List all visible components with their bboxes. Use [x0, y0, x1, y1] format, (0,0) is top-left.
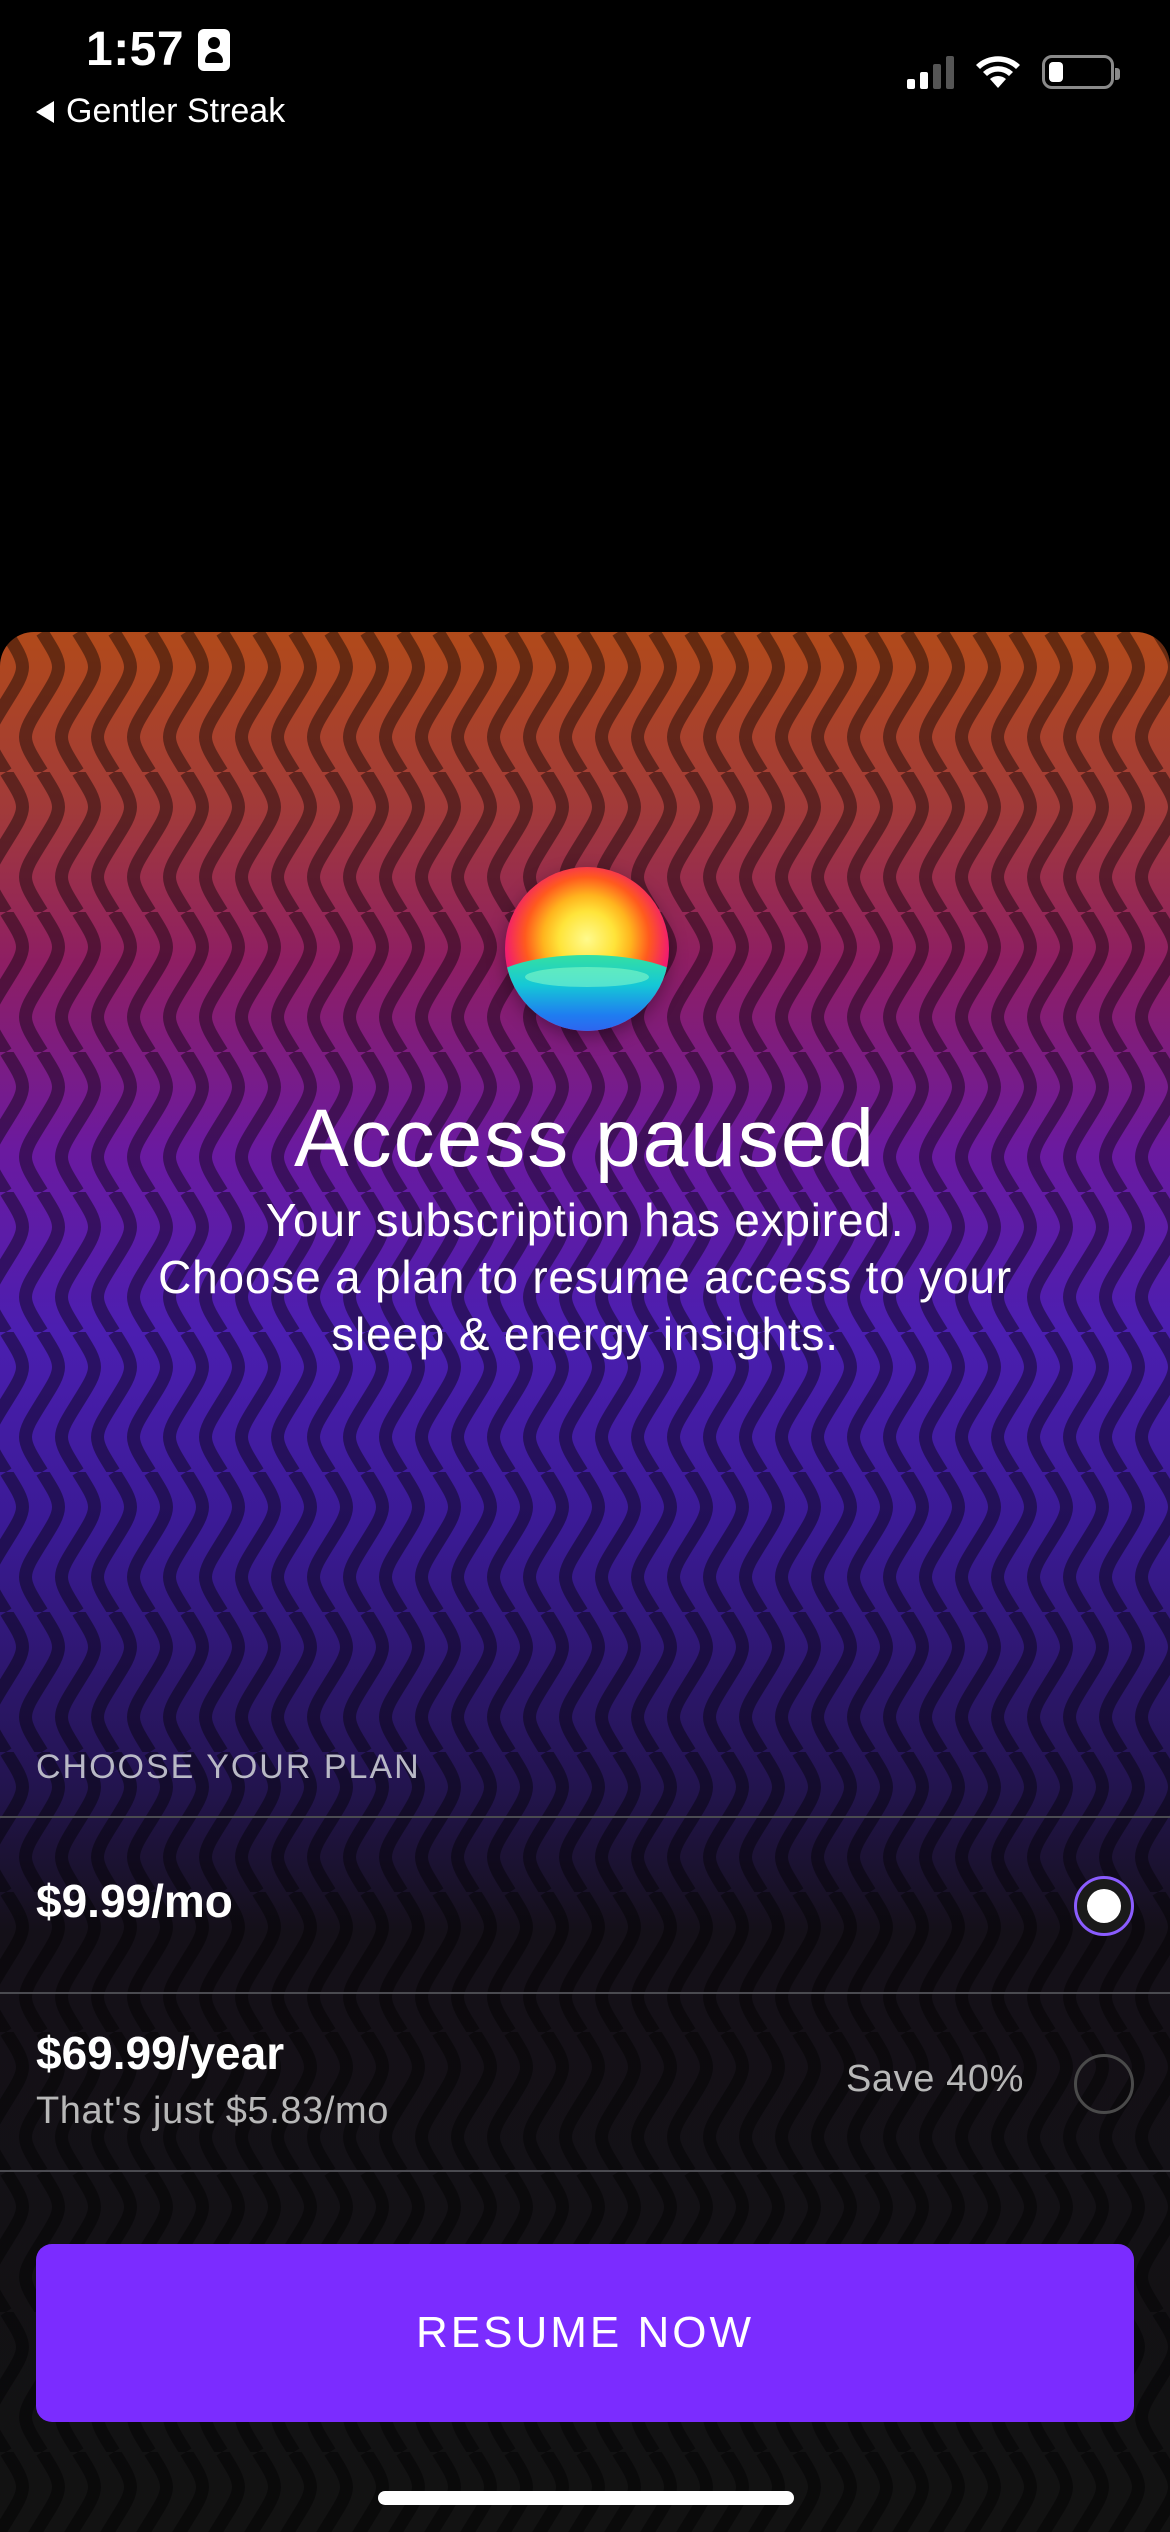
subtitle-line: sleep & energy insights. [331, 1308, 839, 1360]
clock: 1:57 [86, 23, 185, 76]
screen: 1:57 Gentler Streak Access paused Your s… [0, 0, 1170, 2532]
plan-monthly-equivalent: That's just $5.83/mo [36, 2090, 389, 2132]
back-to-app-link[interactable]: Gentler Streak [36, 92, 285, 131]
plan-radio[interactable] [1074, 2054, 1134, 2114]
status-time: 1:57 [86, 22, 231, 77]
battery-icon [1042, 55, 1120, 89]
subtitle-line: Your subscription has expired. [265, 1194, 905, 1246]
back-arrow-icon [36, 100, 54, 123]
savings-label: Save 40% [845, 2058, 1024, 2100]
divider [0, 2170, 1170, 2172]
plan-price: $9.99/mo [36, 1875, 233, 1927]
page-title: Access paused [293, 1093, 877, 1184]
plan-option-monthly[interactable]: $9.99/mo [0, 1818, 1170, 1992]
app-logo-icon [505, 867, 669, 1031]
id-card-icon [198, 28, 231, 71]
plan-price: $69.99/year [36, 2027, 285, 2079]
subtitle-line: Choose a plan to resume access to your [158, 1251, 1012, 1303]
wifi-icon [976, 56, 1020, 88]
subtitle: Your subscription has expired. Choose a … [80, 1192, 1090, 1363]
signal-icon [907, 55, 954, 89]
status-indicators [907, 54, 1120, 90]
plan-section-heading: CHOOSE YOUR PLAN [36, 1748, 421, 1786]
back-app-label: Gentler Streak [66, 92, 286, 130]
resume-now-button[interactable]: RESUME NOW [36, 2244, 1134, 2422]
home-indicator[interactable] [378, 2491, 794, 2505]
plan-radio-selected[interactable] [1074, 1876, 1134, 1936]
paywall-sheet: Access paused Your subscription has expi… [0, 632, 1170, 2532]
plan-option-yearly[interactable]: $69.99/year That's just $5.83/mo Save 40… [0, 1994, 1170, 2170]
